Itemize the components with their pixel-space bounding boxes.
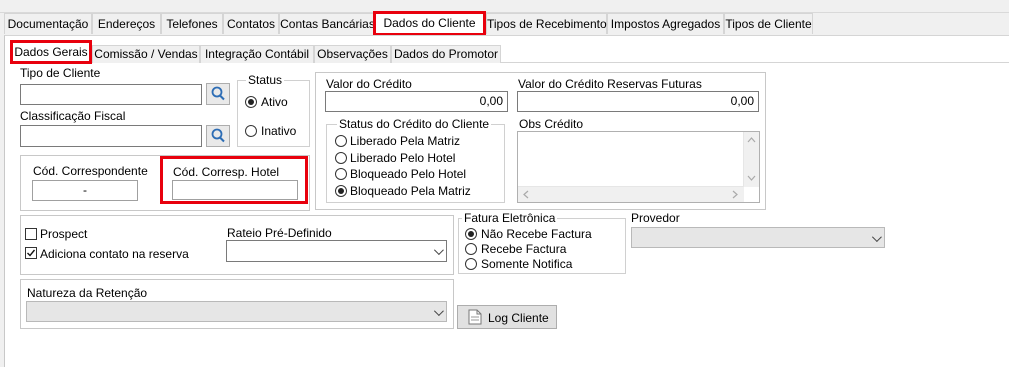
obs-credito-textarea[interactable] [517, 131, 760, 203]
tab-contas-bancarias[interactable]: Contas Bancárias [279, 13, 376, 34]
tab-tipos-de-cliente[interactable]: Tipos de Cliente [724, 13, 813, 34]
tipo-cliente-label: Tipo de Cliente [20, 66, 101, 80]
subtab-integracao-contabil[interactable]: Integração Contábil [200, 45, 314, 63]
liberado-matriz-radio[interactable] [335, 135, 347, 147]
liberado-hotel-radio[interactable] [335, 152, 347, 164]
rateio-select[interactable] [226, 240, 447, 262]
cod-correspondente-input[interactable]: - [32, 180, 138, 201]
tipo-cliente-search-button[interactable] [206, 83, 230, 105]
status-ativo-radio[interactable] [245, 96, 257, 108]
log-cliente-label: Log Cliente [488, 311, 549, 325]
adiciona-contato-label: Adiciona contato na reserva [40, 247, 189, 261]
valor-credito-input[interactable]: 0,00 [325, 91, 508, 112]
scroll-arrows-icon [523, 190, 738, 199]
search-icon [211, 128, 225, 143]
classificacao-fiscal-input[interactable] [20, 125, 202, 147]
classificacao-fiscal-label: Classificação Fiscal [20, 109, 126, 123]
liberado-hotel-label: Liberado Pelo Hotel [350, 151, 456, 165]
recebe-factura-label: Recebe Factura [481, 242, 567, 256]
search-icon [211, 86, 225, 101]
somente-notifica-radio[interactable] [465, 258, 477, 270]
recebe-factura-radio[interactable] [465, 243, 477, 255]
cod-hotel-input[interactable] [172, 180, 298, 200]
tab-tipos-de-recebimento[interactable]: Tipos de Recebimento [486, 13, 607, 34]
subtab-dados-gerais[interactable]: Dados Gerais [10, 40, 92, 64]
prospect-label: Prospect [40, 227, 88, 241]
somente-notifica-label: Somente Notifica [481, 257, 573, 271]
adiciona-contato-checkbox[interactable] [25, 247, 37, 259]
status-ativo-label: Ativo [261, 95, 288, 109]
nao-recebe-label: Não Recebe Factura [481, 227, 592, 241]
obs-horizontal-scrollbar[interactable] [518, 186, 744, 202]
tab-telefones[interactable]: Telefones [161, 13, 223, 34]
obs-credito-label: Obs Crédito [519, 117, 584, 131]
document-icon [468, 309, 482, 325]
provedor-label: Provedor [631, 211, 680, 225]
tipo-cliente-input[interactable] [20, 84, 202, 105]
subtab-observacoes[interactable]: Observações [314, 45, 391, 63]
subtab-dados-do-promotor[interactable]: Dados do Promotor [391, 45, 501, 63]
liberado-matriz-label: Liberado Pela Matriz [350, 134, 461, 148]
log-cliente-button[interactable]: Log Cliente [457, 305, 557, 329]
prospect-checkbox[interactable] [25, 228, 37, 240]
cod-hotel-label: Cód. Corresp. Hotel [173, 165, 280, 179]
bloqueado-matriz-radio[interactable] [335, 185, 347, 197]
scroll-arrows-icon [747, 137, 756, 181]
bloqueado-hotel-label: Bloqueado Pelo Hotel [350, 167, 467, 181]
status-inativo-radio[interactable] [245, 125, 257, 137]
cod-correspondente-label: Cód. Correspondente [33, 164, 148, 178]
valor-credito-label: Valor do Crédito [326, 77, 412, 91]
chevron-down-icon [433, 305, 444, 316]
status-inativo-label: Inativo [261, 124, 297, 138]
tab-enderecos[interactable]: Endereços [92, 13, 161, 34]
valor-reservas-label: Valor do Crédito Reservas Futuras [518, 77, 702, 91]
fatura-label: Fatura Eletrônica [462, 211, 558, 225]
nao-recebe-radio[interactable] [465, 228, 477, 240]
chevron-down-icon [433, 245, 444, 256]
bloqueado-hotel-radio[interactable] [335, 168, 347, 180]
rateio-label: Rateio Pré-Definido [227, 226, 332, 240]
bloqueado-matriz-label: Bloqueado Pela Matriz [350, 184, 471, 198]
natureza-select[interactable] [26, 301, 447, 322]
classificacao-search-button[interactable] [206, 125, 230, 147]
obs-vertical-scrollbar[interactable] [743, 132, 759, 187]
checkmark-icon [27, 249, 36, 257]
provedor-select[interactable] [631, 227, 885, 248]
tab-documentacao[interactable]: Documentação [4, 13, 92, 34]
tab-impostos-agregados[interactable]: Impostos Agregados [607, 13, 724, 34]
status-credito-label: Status do Crédito do Cliente [337, 117, 492, 131]
chevron-down-icon [871, 231, 882, 242]
tab-dados-do-cliente[interactable]: Dados do Cliente [373, 11, 486, 36]
tab-contatos[interactable]: Contatos [223, 13, 279, 34]
valor-reservas-input[interactable]: 0,00 [517, 91, 759, 112]
natureza-label: Natureza da Retenção [27, 286, 148, 300]
status-label: Status [246, 73, 285, 87]
subtab-comissao-vendas[interactable]: Comissão / Vendas [92, 45, 200, 63]
top-toolbar-strip [0, 0, 1009, 13]
